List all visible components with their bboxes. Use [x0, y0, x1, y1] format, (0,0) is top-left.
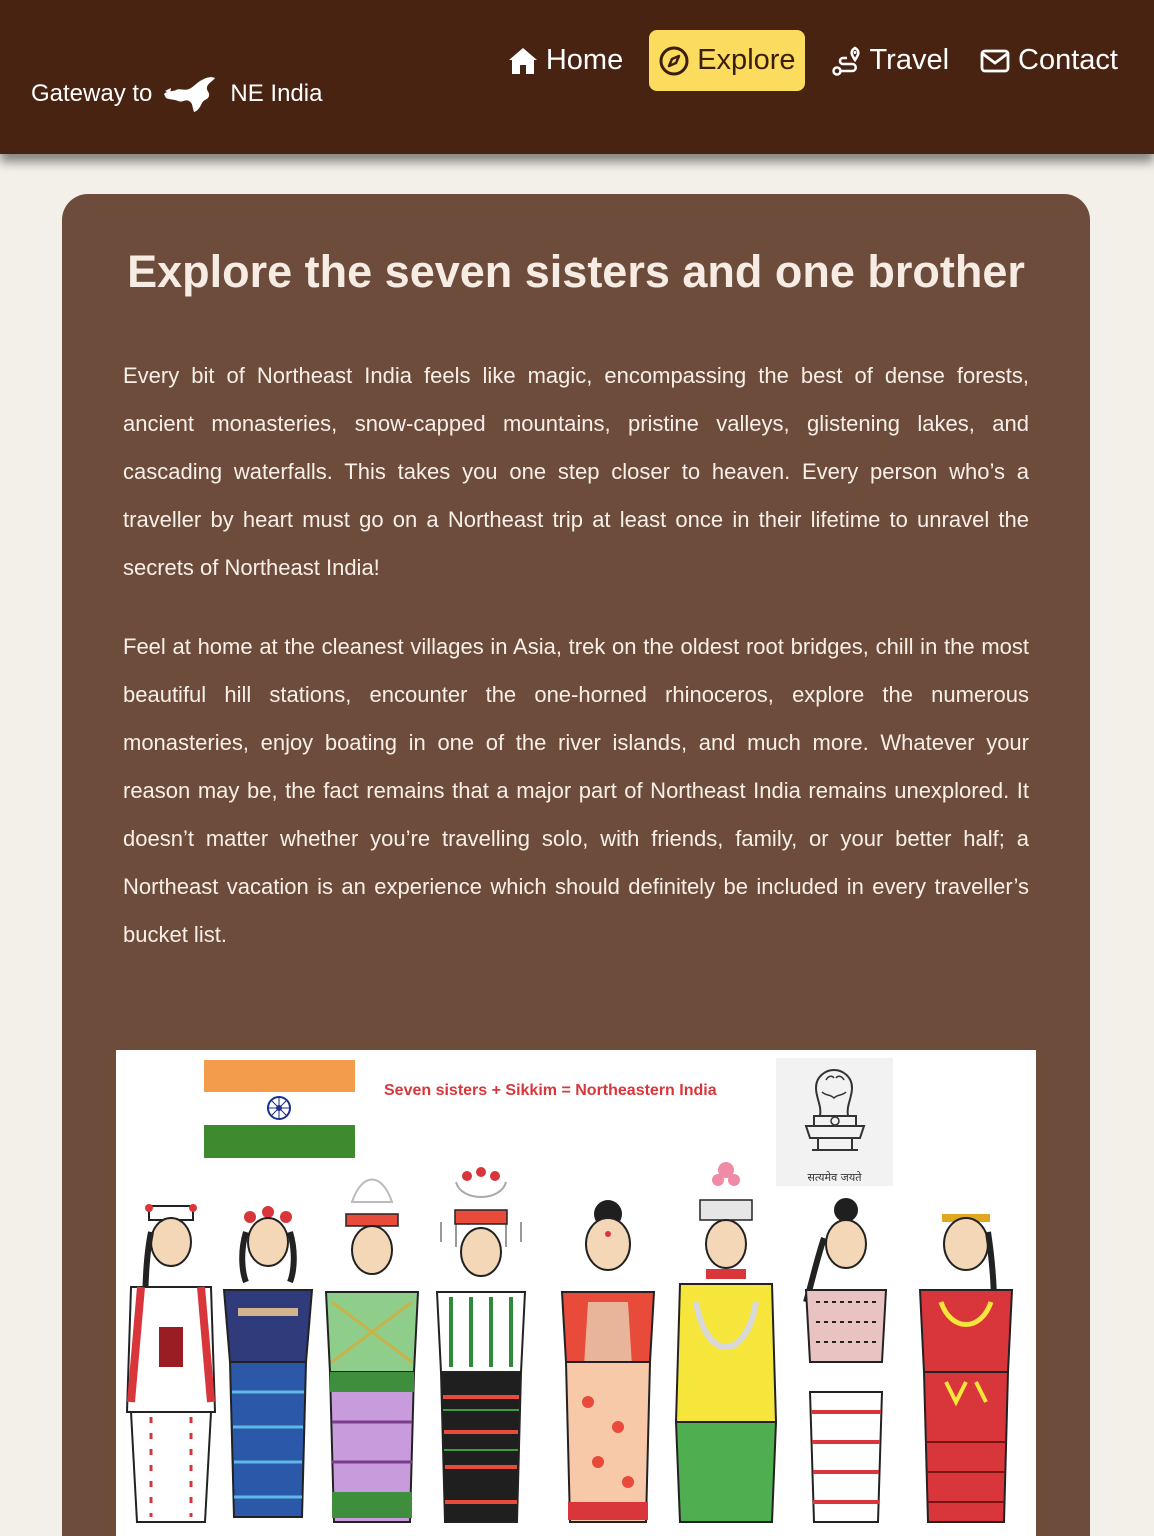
seven-sisters-illustration: Seven sisters + Sikkim = Northeastern In… [116, 1050, 1036, 1536]
nav-travel-label: Travel [869, 44, 950, 76]
page-title: Explore the seven sisters and one brothe… [127, 246, 1025, 297]
figure-tripura [803, 1198, 888, 1523]
home-icon [508, 47, 537, 74]
figure-arunachal [125, 1204, 217, 1523]
nav-travel[interactable]: Travel [827, 30, 954, 91]
nav-contact[interactable]: Contact [975, 30, 1122, 91]
compass-icon [659, 46, 689, 75]
figure-mizoram [435, 1167, 527, 1523]
route-icon [831, 46, 860, 76]
brand-suffix: NE India [230, 80, 323, 107]
nav-explore[interactable]: Explore [649, 30, 805, 91]
top-navbar: Gateway to NE India Home Explore Travel … [0, 0, 1154, 154]
nav-explore-label: Explore [697, 44, 796, 76]
figure-nagaland [222, 1206, 314, 1518]
intro-paragraph: Every bit of Northeast India feels like … [123, 363, 1029, 580]
brand-logo[interactable]: Gateway to NE India [31, 74, 322, 114]
figure-meghalaya [674, 1162, 778, 1523]
nav-contact-label: Contact [1018, 44, 1118, 76]
lion-capital-icon [804, 1068, 866, 1151]
figure-sikkim [918, 1214, 1014, 1523]
illustration-caption: Seven sisters + Sikkim = Northeastern In… [384, 1082, 717, 1099]
brand-prefix: Gateway to [31, 80, 153, 107]
traditional-figures [125, 1162, 1014, 1523]
figure-manipur [324, 1178, 420, 1523]
figure-assam [560, 1200, 656, 1523]
northeast-map-icon [164, 77, 216, 112]
details-paragraph: Feel at home at the cleanest villages in… [123, 634, 1029, 947]
main-nav: Home Explore Travel Contact [503, 30, 1122, 91]
nav-home[interactable]: Home [503, 30, 627, 91]
indian-flag-icon [204, 1060, 355, 1158]
envelope-icon [980, 49, 1010, 72]
nav-home-label: Home [545, 44, 624, 76]
